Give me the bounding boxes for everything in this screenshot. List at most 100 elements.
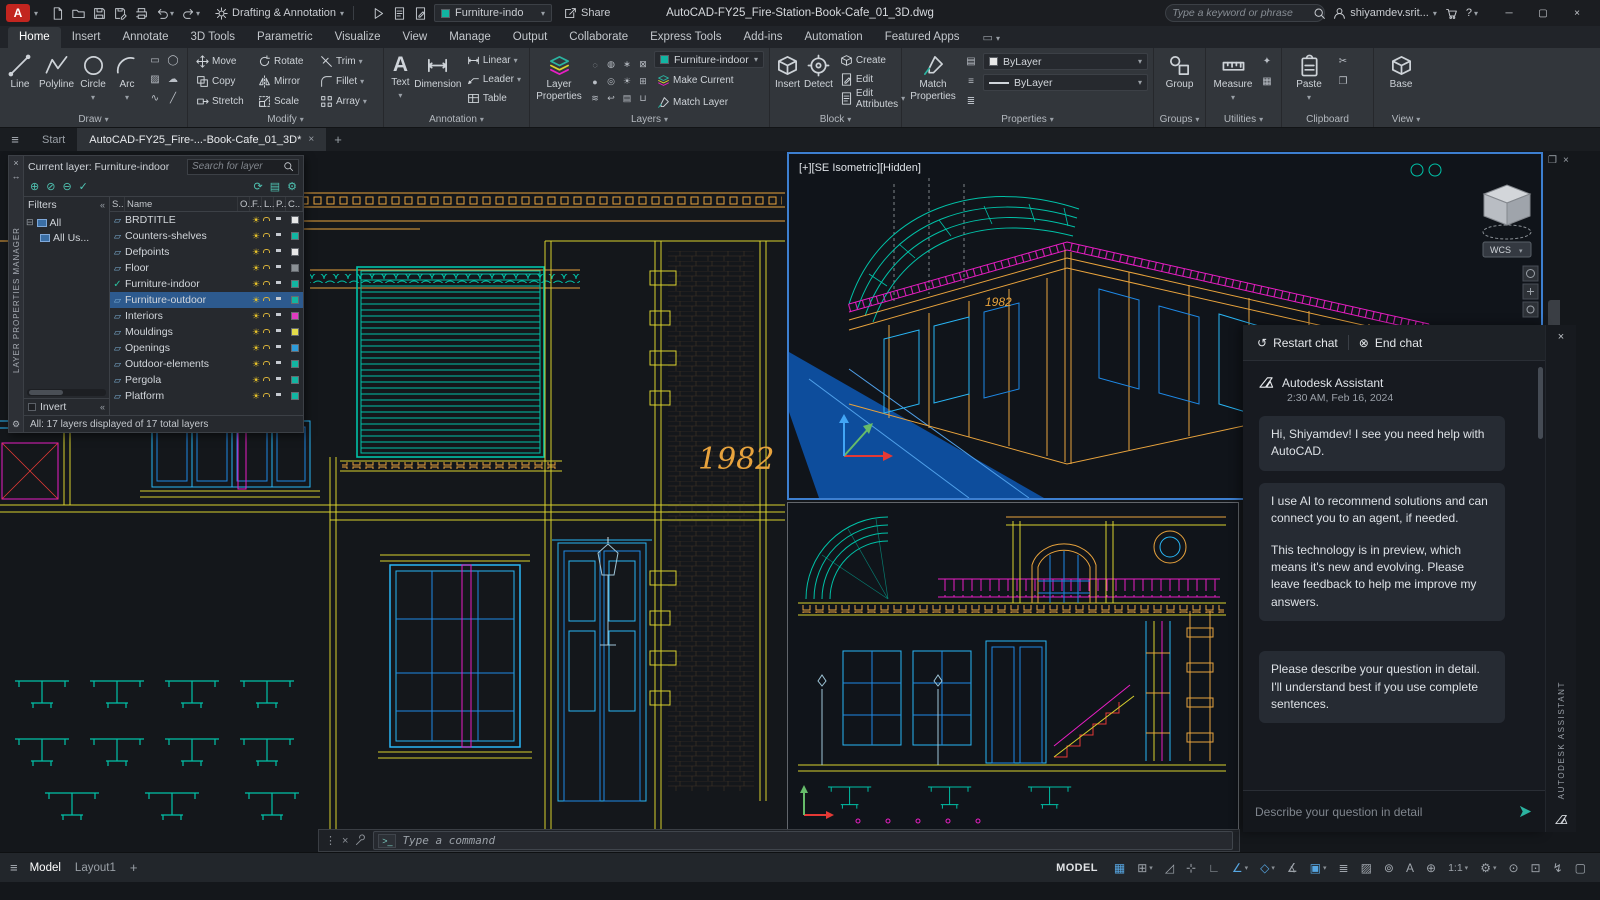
grid-icon[interactable]: ▦ ▾ [1110, 859, 1129, 877]
command-input[interactable] [402, 834, 1228, 847]
plot-icon[interactable]: ▾ [132, 5, 151, 22]
ribbon-tab[interactable]: Manage [438, 27, 502, 48]
layer-row[interactable]: ▱ Openings ☀ [110, 340, 303, 356]
app-menu-arrow-icon[interactable]: ▾ [34, 9, 38, 18]
layer-name[interactable]: Pergola [125, 374, 238, 386]
make-current-button[interactable]: Make Current [654, 71, 764, 90]
layer-off-icon[interactable]: ◌ [592, 60, 597, 70]
ortho-mode-icon[interactable]: ∟ ▾ [1204, 859, 1224, 877]
ribbon-tab[interactable]: Express Tools [639, 27, 732, 48]
layer-status-icon[interactable]: ▱ [110, 375, 125, 386]
object-snap-icon[interactable]: ▣ ▾ [1306, 859, 1331, 877]
layer-row[interactable]: ▱ Interiors ☀ [110, 308, 303, 324]
layer-freeze-icon[interactable]: ☀ [250, 231, 262, 242]
clean-screen-icon[interactable]: ▢ ▾ [1571, 859, 1590, 877]
construction-line-icon[interactable]: ╱ [170, 93, 176, 104]
settings-icon[interactable]: ⚙ [287, 180, 297, 193]
viewport-restore-icon[interactable]: ❐ [1548, 155, 1557, 166]
annotation-panel-label[interactable]: Annotation ▾ [384, 113, 529, 126]
layer-unisolate-icon[interactable]: ◎ [607, 76, 615, 87]
modify-tool[interactable]: Rotate ▾ [255, 52, 317, 71]
utilities-panel-label[interactable]: Utilities ▾ [1206, 113, 1281, 126]
autoscale-icon[interactable]: ⊕ ▾ [1422, 859, 1440, 877]
palette-properties-icon[interactable]: ⚙ [12, 419, 20, 430]
layer-status-icon[interactable]: ✓ [110, 279, 125, 290]
layer-row[interactable]: ▱ Defpoints ☀ [110, 244, 303, 260]
ellipse-icon[interactable]: ◯ [167, 55, 178, 66]
lineweight-icon[interactable]: ≣ ▾ [1335, 859, 1353, 877]
edit-block-tool[interactable]: Edit [837, 70, 908, 89]
layer-unlock-icon[interactable]: ⊞ [639, 76, 647, 87]
object-color-icon[interactable]: ▤ [966, 56, 975, 67]
layout1-tab[interactable]: Layout1 [75, 862, 116, 874]
layer-freeze-icon[interactable]: ☀ [250, 279, 262, 290]
user-account[interactable]: shiyamdev.srit... ▾ [1333, 7, 1437, 20]
layer-name[interactable]: Furniture-indoor [125, 278, 238, 290]
quick-select-icon[interactable]: ✦ [1263, 56, 1271, 67]
polar-tracking-icon[interactable]: ∠ ▾ [1228, 859, 1252, 877]
block-panel-label[interactable]: Block ▾ [770, 113, 901, 126]
group-tool[interactable]: Group [1159, 51, 1200, 113]
text-tool[interactable]: A Text ▾ [389, 51, 412, 113]
assistant-input[interactable] [1255, 804, 1510, 819]
chat-scrollbar[interactable] [1538, 367, 1543, 439]
graphics-performance-icon[interactable]: ↯ ▾ [1549, 859, 1567, 877]
modify-tool[interactable]: Move ▾ [193, 52, 255, 71]
layer-color-swatch[interactable] [290, 280, 299, 288]
layer-color-swatch[interactable] [290, 376, 299, 384]
ribbon-tab[interactable]: View [391, 27, 438, 48]
annotation-monitor-icon[interactable]: ⊙ ▾ [1504, 859, 1522, 877]
layer-freeze-icon[interactable]: ☀ [250, 359, 262, 370]
layer-freeze-icon[interactable]: ☀ [250, 263, 262, 274]
layer-walk-icon[interactable]: ≋ [591, 93, 599, 104]
copy-clip-icon[interactable]: ❐ [1339, 76, 1348, 87]
ribbon-tab[interactable]: 3D Tools [180, 27, 247, 48]
filter-all-used[interactable]: All Us... [26, 230, 107, 245]
base-view-tool[interactable]: Base [1379, 51, 1423, 113]
layer-merge-icon[interactable]: ⊔ [639, 93, 646, 104]
layer-states-icon[interactable]: ▤ [623, 93, 632, 104]
layer-name[interactable]: Counters-shelves [125, 230, 238, 242]
cut-icon[interactable]: ✂ [1339, 56, 1347, 67]
redo-icon[interactable]: ▾ [179, 5, 203, 22]
layer-freeze-icon[interactable]: ☀ [250, 295, 262, 306]
share-button[interactable]: Share [564, 7, 610, 20]
layer-color-swatch[interactable] [290, 344, 299, 352]
end-chat-button[interactable]: ⊗ End chat [1359, 336, 1422, 350]
app-store-cart-icon[interactable] [1445, 7, 1458, 20]
layer-status-icon[interactable]: ▱ [110, 359, 125, 370]
detect-tool[interactable]: Detect [804, 51, 833, 113]
send-icon[interactable] [1518, 804, 1533, 819]
layer-thaw-icon[interactable]: ☀ [623, 76, 631, 87]
modify-tool[interactable]: Copy ▾ [193, 72, 255, 91]
palette-close-icon[interactable]: × [13, 158, 18, 168]
layer-status-icon[interactable]: ▱ [110, 391, 125, 402]
new-layer-icon[interactable]: ⊕ [30, 180, 39, 193]
object-snap-tracking-icon[interactable]: ∡ ▾ [1283, 859, 1302, 877]
refresh-icon[interactable]: ⟳ [254, 180, 263, 193]
set-current-layer-icon[interactable]: ✓ [79, 180, 88, 193]
layer-color-swatch[interactable] [290, 360, 299, 368]
layer-color-swatch[interactable] [290, 216, 299, 224]
selection-cycling-icon[interactable]: ⊚ ▾ [1380, 859, 1398, 877]
invert-checkbox[interactable] [28, 403, 36, 411]
annotation-tool[interactable]: Linear ▾ [464, 51, 524, 70]
elevation-view[interactable] [788, 503, 1238, 831]
transparency-icon[interactable]: ▨ ▾ [1357, 859, 1376, 877]
close-button[interactable]: × [1560, 0, 1594, 26]
markup-import-icon[interactable] [390, 5, 409, 22]
ribbon-tab[interactable]: Parametric [246, 27, 324, 48]
viewport-front-elevation[interactable] [787, 502, 1239, 832]
layer-color-swatch[interactable] [290, 296, 299, 304]
modify-panel-label[interactable]: Modify ▾ [188, 113, 383, 126]
layer-previous-icon[interactable]: ↩ [607, 93, 615, 104]
delete-layer-icon[interactable]: ⊖ [62, 180, 71, 193]
layer-combo[interactable]: Furniture-indoor ▾ [654, 51, 764, 68]
isometric-drafting-icon[interactable]: ◇ ▾ [1256, 859, 1279, 877]
viewport-label[interactable]: [+][SE Isometric][Hidden] [799, 162, 921, 174]
expand-tree-icon[interactable]: ⊟ [26, 217, 34, 228]
annotation-tool[interactable]: Leader ▾ [464, 70, 524, 89]
markup-assist-icon[interactable] [411, 5, 430, 22]
ribbon-tab[interactable]: Insert [61, 27, 112, 48]
layer-name[interactable]: Platform [125, 390, 238, 402]
